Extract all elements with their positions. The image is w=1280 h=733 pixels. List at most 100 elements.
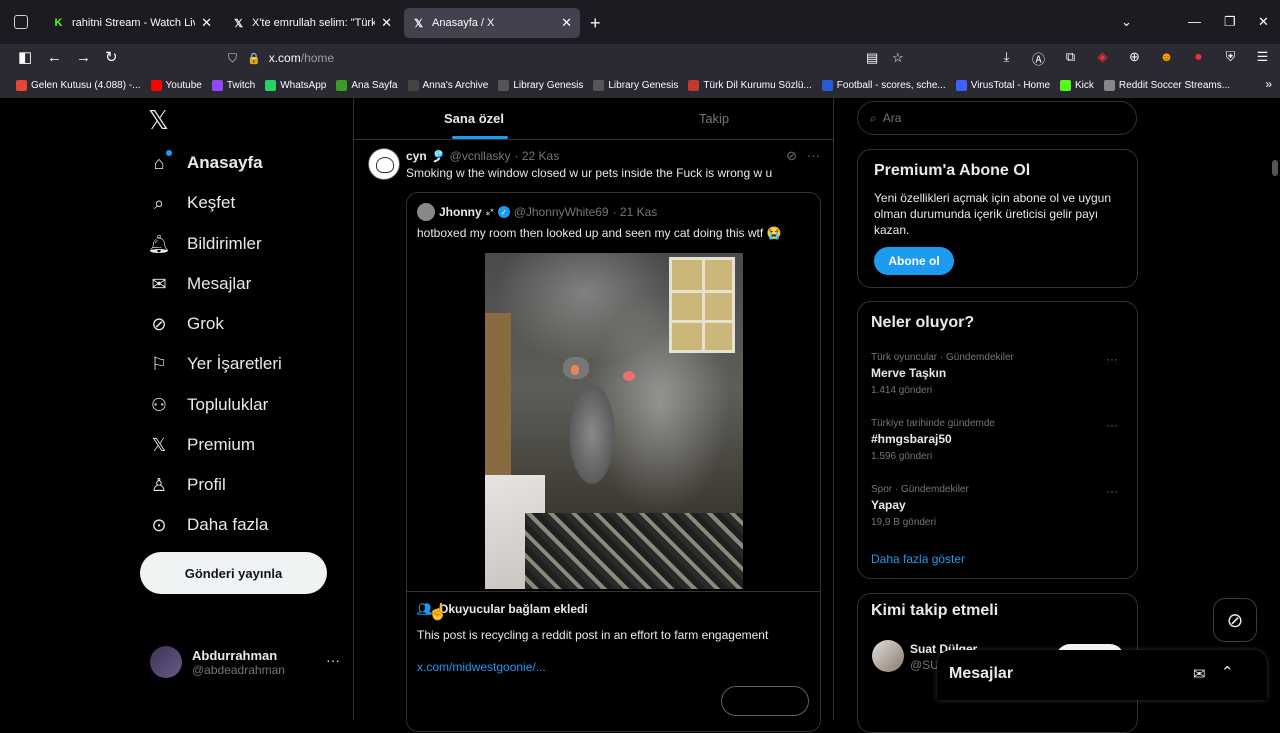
sidebar-item-anasayfa[interactable]: ⌂ Anasayfa (148, 148, 263, 178)
menu-icon[interactable]: ☰ (1253, 49, 1272, 68)
tab-takip[interactable]: Takip (594, 98, 834, 139)
trend-item[interactable]: Spor · Gündemdekiler Yapay 19,9 B gönder… (871, 484, 1126, 528)
bookmark-item[interactable]: Youtube (150, 79, 202, 91)
grok-icon[interactable]: ⊘ (786, 148, 797, 164)
quote-author-name: Jhonny (439, 205, 482, 219)
subscribe-button[interactable]: Abone ol (874, 247, 954, 275)
reload-icon[interactable]: ↻ (105, 49, 118, 67)
browser-tab-anasayfa[interactable]: 𝕏 Anasayfa / X ✕ (404, 8, 580, 38)
reader-view-icon[interactable]: ▤ (866, 50, 878, 66)
search-input[interactable]: ⌕ Ara (857, 101, 1137, 135)
sidebar-item-profil[interactable]: ♙ Profil (148, 470, 226, 500)
messages-drawer[interactable]: Mesajlar ✉ ⌃ (937, 650, 1267, 700)
bookmark-item[interactable]: Kick (1060, 79, 1094, 91)
sidebar-toggle-icon[interactable]: ◧ (18, 49, 32, 67)
shield-icon[interactable]: ⛉ (228, 51, 237, 66)
sidebar-item-kesfet[interactable]: ⌕ Keşfet (148, 188, 235, 218)
twitch-icon (211, 79, 223, 91)
sidebar-item-yer-isaretleri[interactable]: ⚐ Yer İşaretleri (148, 349, 282, 379)
bookmark-label: Anna's Archive (422, 79, 489, 91)
more-icon[interactable]: ··· (807, 148, 820, 164)
sidebar-item-daha-fazla[interactable]: ⊙ Daha fazla (148, 510, 268, 540)
more-icon[interactable]: ··· (1106, 352, 1118, 366)
bookmark-item[interactable]: Gelen Kutusu (4.088) -... (16, 79, 141, 91)
bookmark-item[interactable]: Twitch (211, 79, 256, 91)
author-handle[interactable]: @vcnllasky (450, 149, 511, 163)
sidebar-item-bildirimler[interactable]: 🔔︎ Bildirimler (148, 229, 262, 259)
community-note-link[interactable]: x.com/midwestgoonie/... (417, 660, 546, 674)
bell-icon: 🔔︎ (147, 233, 171, 254)
bookmarks-bar: Gelen Kutusu (4.088) -... Youtube Twitch Wh… (0, 72, 1280, 98)
new-tab-icon[interactable]: + (590, 14, 601, 32)
bookmark-item[interactable]: Reddit Soccer Streams... (1103, 79, 1230, 91)
account-switcher[interactable]: Abdurrahman @abdeadrahman ··· (150, 642, 340, 682)
extension-face-icon[interactable]: ☻ (1157, 49, 1176, 68)
browser-tab-emrullah[interactable]: 𝕏 X'te emrullah selim: "Türk şiirinin ✕ (224, 8, 400, 38)
close-window-icon[interactable]: ✕ (1258, 14, 1269, 30)
bookmark-item[interactable]: VirusTotal - Home (955, 79, 1050, 91)
sidebar-item-premium[interactable]: 𝕏 Premium (148, 430, 255, 460)
sidebar-item-topluluklar[interactable]: ⚇ Topluluklar (148, 390, 268, 420)
more-icon[interactable]: ··· (326, 652, 340, 668)
quoted-tweet[interactable]: Jhonny ⁎* ✓ @JhonnyWhite69 · 21 Kas hotb… (406, 192, 821, 732)
bookmark-item[interactable]: WhatsApp (265, 79, 326, 91)
url-bar[interactable]: ⛉ 🔒 x.com/home ▤ ☆ (218, 46, 918, 70)
tweet-date[interactable]: · 22 Kas (515, 149, 560, 163)
expand-icon[interactable]: ⌃ (1221, 663, 1234, 681)
globe-icon[interactable]: ⊕ (1125, 49, 1144, 68)
tab-overflow-icon[interactable]: ⌄ (1121, 14, 1132, 30)
trend-item[interactable]: Türkiye tarihinde gündemde #hmgsbaraj50 … (871, 418, 1126, 462)
bookmark-item[interactable]: Ana Sayfa (336, 79, 398, 91)
bookmark-item[interactable]: Football - scores, sche... (821, 79, 946, 91)
account-icon[interactable]: Ⓐ (1029, 49, 1048, 68)
avatar[interactable] (368, 148, 400, 180)
author-name[interactable]: cyn (406, 149, 427, 163)
browser-tab-kick[interactable]: K rahitni Stream - Watch Live on K ✕ (44, 8, 220, 38)
trend-item[interactable]: Türk oyuncular · Gündemdekiler Merve Taş… (871, 352, 1126, 396)
grok-floating-button[interactable]: ⊘ (1213, 598, 1257, 642)
x-logo-icon[interactable]: 𝕏 (148, 106, 169, 136)
quote-text: hotboxed my room then looked up and seen… (417, 226, 782, 240)
url-text[interactable]: x.com/home (269, 51, 334, 65)
lock-icon[interactable]: 🔒 (247, 52, 261, 65)
sidebar-item-mesajlar[interactable]: ✉ Mesajlar (148, 269, 251, 299)
tab-sana-ozel[interactable]: Sana özel (354, 98, 594, 139)
bookmark-item[interactable]: Anna's Archive (407, 79, 489, 91)
sidebar-item-grok[interactable]: ⊘ Grok (148, 309, 223, 339)
download-icon[interactable]: ⤓ (997, 49, 1016, 68)
author-emoji: 🎐 (430, 149, 446, 163)
bookmark-item[interactable]: Türk Dil Kurumu Sözlü... (688, 79, 812, 91)
close-tab-icon[interactable]: ✕ (561, 15, 572, 31)
forward-icon[interactable]: → (76, 49, 91, 67)
post-button[interactable]: Gönderi yayınla (140, 552, 327, 594)
more-icon[interactable]: ··· (1106, 418, 1118, 432)
minimize-icon[interactable]: — (1188, 14, 1201, 29)
bookmark-label: Twitch (226, 79, 256, 91)
show-more-link[interactable]: Daha fazla göster (871, 552, 965, 566)
maximize-icon[interactable]: ❐ (1224, 14, 1236, 30)
bookmark-item[interactable]: Library Genesis (498, 79, 583, 91)
avatar[interactable] (872, 640, 904, 672)
tab-list-icon[interactable] (14, 15, 28, 29)
ublock-icon[interactable]: ◈ (1093, 49, 1112, 68)
premium-title: Premium'a Abone Ol (874, 162, 1031, 179)
sidebar-item-label: Bildirimler (187, 234, 262, 253)
bookmark-star-icon[interactable]: ☆ (892, 50, 904, 66)
new-message-icon[interactable]: ✉ (1193, 665, 1206, 683)
bookmark-item[interactable]: Library Genesis (593, 79, 678, 91)
bookmarks-overflow-icon[interactable]: » (1265, 77, 1272, 91)
more-icon[interactable]: ··· (1106, 484, 1118, 498)
close-tab-icon[interactable]: ✕ (381, 15, 392, 31)
scrollbar-thumb[interactable] (1272, 160, 1278, 176)
tweet[interactable]: cyn 🎐 @vcnllasky · 22 Kas ⊘ ··· Smoking … (354, 140, 834, 732)
tab-title: Anasayfa / X (432, 17, 495, 29)
quote-media-image[interactable] (485, 253, 743, 589)
community-note-rate-button[interactable] (721, 686, 809, 716)
extension-record-icon[interactable]: ⏺ (1189, 49, 1208, 68)
page-icon (336, 79, 348, 91)
extension-shield-icon[interactable]: ⛨ (1221, 49, 1240, 68)
close-tab-icon[interactable]: ✕ (201, 15, 212, 31)
back-icon[interactable]: ← (47, 49, 62, 67)
trend-count: 1.414 gönderi (871, 385, 933, 396)
extensions-icon[interactable]: ⧉ (1061, 49, 1080, 68)
